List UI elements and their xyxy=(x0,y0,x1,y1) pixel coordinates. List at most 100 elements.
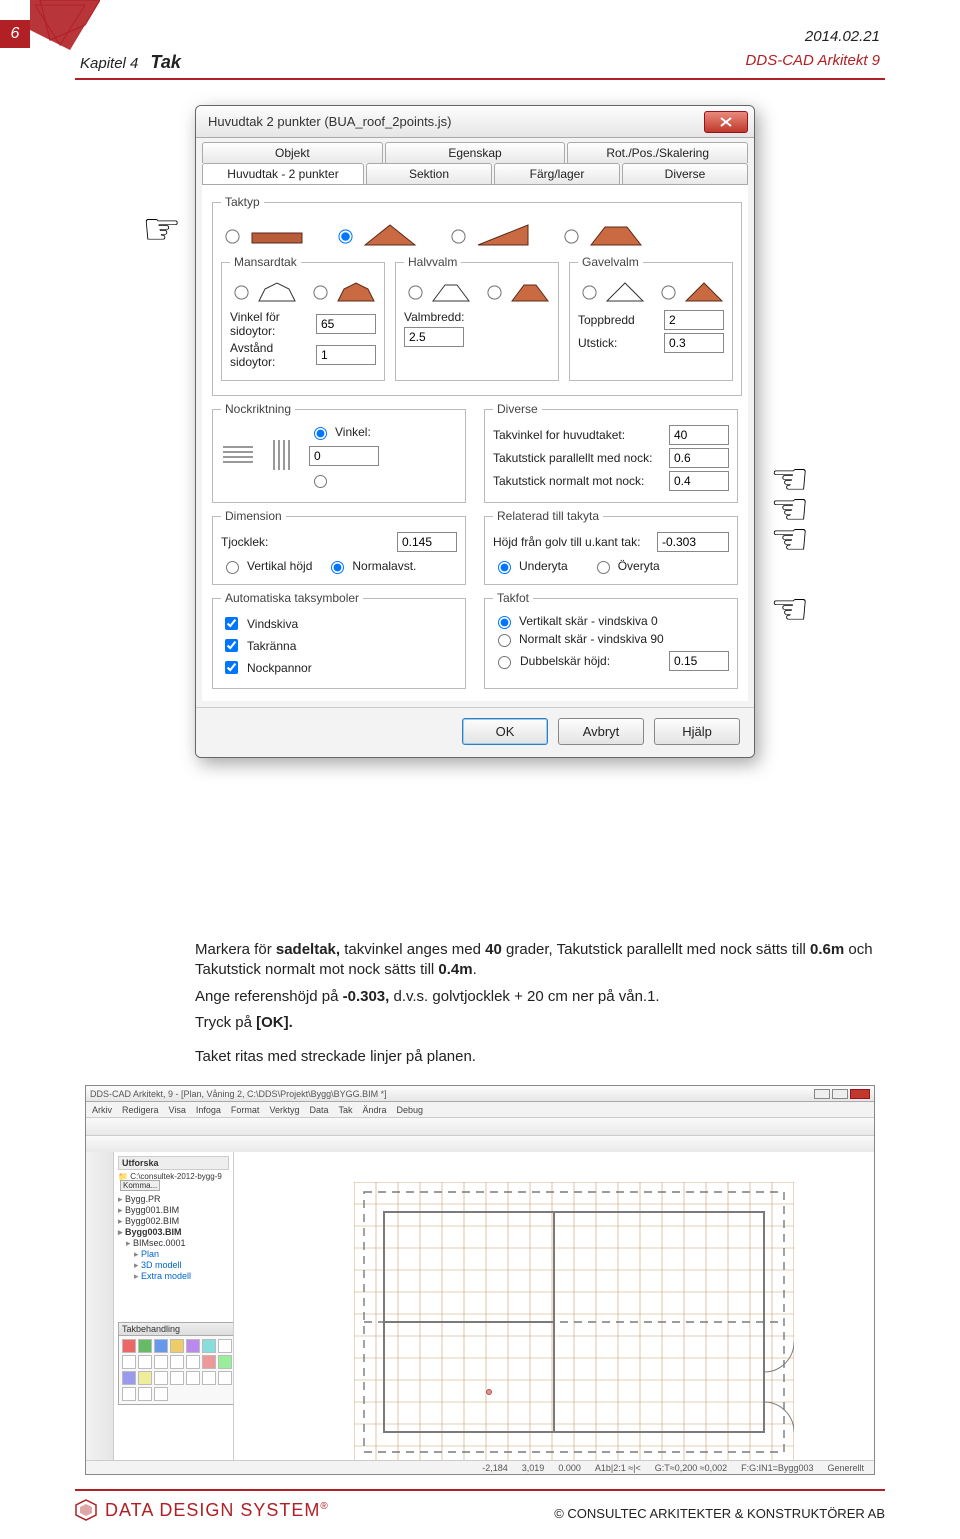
tab-egenskap[interactable]: Egenskap xyxy=(385,142,566,163)
menu-arkiv[interactable]: Arkiv xyxy=(92,1105,112,1115)
halvvalm-opt-1[interactable] xyxy=(404,279,471,303)
menu-format[interactable]: Format xyxy=(231,1105,260,1115)
tree-item[interactable]: Bygg.PR xyxy=(118,1194,229,1205)
radio-vertikal-hojd[interactable] xyxy=(226,561,239,574)
tree-item[interactable]: 3D modell xyxy=(118,1260,229,1271)
menu-andra[interactable]: Ändra xyxy=(362,1105,386,1115)
menu-verktyg[interactable]: Verktyg xyxy=(269,1105,299,1115)
tool-icon[interactable] xyxy=(170,1355,184,1369)
tab-farg[interactable]: Färg/lager xyxy=(494,163,620,184)
tab-huvudtak[interactable]: Huvudtak - 2 punkter xyxy=(202,163,364,184)
input-takutstick-normalt[interactable] xyxy=(669,471,729,491)
roof-radio-3[interactable] xyxy=(451,229,465,243)
ls-close-icon[interactable] xyxy=(850,1089,870,1099)
ls-min-icon[interactable] xyxy=(814,1089,830,1099)
menu-data[interactable]: Data xyxy=(309,1105,328,1115)
input-utstick[interactable] xyxy=(664,333,724,353)
chk-vindskiva[interactable] xyxy=(225,617,238,630)
tab-rot-pos[interactable]: Rot./Pos./Skalering xyxy=(567,142,748,163)
tool-icon[interactable] xyxy=(154,1355,168,1369)
mansard-radio-1[interactable] xyxy=(234,285,248,299)
tool-icon[interactable] xyxy=(122,1387,136,1401)
tab-objekt[interactable]: Objekt xyxy=(202,142,383,163)
tool-icon[interactable] xyxy=(138,1371,152,1385)
roof-type-valmat[interactable] xyxy=(560,219,645,251)
halvvalm-radio-2[interactable] xyxy=(487,285,501,299)
gavel-opt-2[interactable] xyxy=(657,279,724,303)
roof-radio-4[interactable] xyxy=(564,229,578,243)
menu-infoga[interactable]: Infoga xyxy=(196,1105,221,1115)
input-vinkel-sidoytor[interactable] xyxy=(316,314,376,334)
input-hojd-golv[interactable] xyxy=(657,532,729,552)
input-avstand-sidoytor[interactable] xyxy=(316,345,376,365)
mansard-opt-2[interactable] xyxy=(309,279,376,303)
gavel-opt-1[interactable] xyxy=(578,279,645,303)
tool-icon[interactable] xyxy=(138,1355,152,1369)
close-button[interactable] xyxy=(704,111,748,133)
ok-button[interactable]: OK xyxy=(462,718,548,745)
mansard-opt-1[interactable] xyxy=(230,279,297,303)
tool-icon[interactable] xyxy=(186,1371,200,1385)
input-toppbredd[interactable] xyxy=(664,310,724,330)
tool-icon[interactable] xyxy=(122,1371,136,1385)
help-button[interactable]: Hjälp xyxy=(654,718,740,745)
tree-item[interactable]: Bygg001.BIM xyxy=(118,1205,229,1216)
input-dubbelskar[interactable] xyxy=(669,651,729,671)
tool-icon[interactable] xyxy=(154,1371,168,1385)
radio-overyta[interactable] xyxy=(597,561,610,574)
radio-underyta[interactable] xyxy=(498,561,511,574)
input-tjocklek[interactable] xyxy=(397,532,457,552)
tool-icon[interactable] xyxy=(154,1339,168,1353)
radio-dubbelskar[interactable] xyxy=(498,656,511,669)
tool-icon[interactable] xyxy=(218,1339,232,1353)
tool-icon[interactable] xyxy=(170,1371,184,1385)
input-takutstick-nock[interactable] xyxy=(669,448,729,468)
tab-sektion[interactable]: Sektion xyxy=(366,163,492,184)
gavel-radio-2[interactable] xyxy=(661,285,675,299)
chk-nockpannor[interactable] xyxy=(225,661,238,674)
halvvalm-radio-1[interactable] xyxy=(408,285,422,299)
menu-tak[interactable]: Tak xyxy=(338,1105,352,1115)
menu-visa[interactable]: Visa xyxy=(169,1105,186,1115)
roof-radio-1[interactable] xyxy=(225,229,239,243)
ls-max-icon[interactable] xyxy=(832,1089,848,1099)
tool-icon[interactable] xyxy=(202,1355,216,1369)
tree-item[interactable]: Plan xyxy=(118,1249,229,1260)
tool-icon[interactable] xyxy=(154,1387,168,1401)
nock-radio-alt[interactable] xyxy=(314,475,327,488)
cancel-button[interactable]: Avbryt xyxy=(558,718,644,745)
tool-icon[interactable] xyxy=(138,1387,152,1401)
tool-icon[interactable] xyxy=(202,1339,216,1353)
roof-type-pult[interactable] xyxy=(447,219,532,251)
sidebar-btn[interactable]: Komma... xyxy=(120,1180,160,1191)
gavel-radio-1[interactable] xyxy=(582,285,596,299)
tool-icon[interactable] xyxy=(186,1339,200,1353)
menu-debug[interactable]: Debug xyxy=(397,1105,424,1115)
radio-normalavst[interactable] xyxy=(331,561,344,574)
tool-icon[interactable] xyxy=(186,1355,200,1369)
menu-redigera[interactable]: Redigera xyxy=(122,1105,159,1115)
tool-icon[interactable] xyxy=(122,1355,136,1369)
input-nock-vinkel[interactable] xyxy=(309,446,379,466)
tree-item[interactable]: BIMsec.0001 xyxy=(118,1238,229,1249)
ls-canvas[interactable] xyxy=(234,1152,874,1460)
halvvalm-opt-2[interactable] xyxy=(483,279,550,303)
tab-diverse[interactable]: Diverse xyxy=(622,163,748,184)
tree-item[interactable]: Bygg003.BIM xyxy=(118,1227,229,1238)
radio-vertikalt-skar[interactable] xyxy=(498,616,511,629)
nock-radio-vinkel[interactable] xyxy=(314,427,327,440)
radio-normalt-skar[interactable] xyxy=(498,634,511,647)
mansard-radio-2[interactable] xyxy=(313,285,327,299)
tool-icon[interactable] xyxy=(218,1371,232,1385)
input-valmbredd[interactable] xyxy=(404,327,464,347)
tool-icon[interactable] xyxy=(202,1371,216,1385)
chk-takranna[interactable] xyxy=(225,639,238,652)
tree-item[interactable]: Extra modell xyxy=(118,1271,229,1282)
roof-radio-2[interactable] xyxy=(338,229,352,243)
roof-type-flat[interactable] xyxy=(221,219,306,251)
tree-item[interactable]: Bygg002.BIM xyxy=(118,1216,229,1227)
tool-icon[interactable] xyxy=(170,1339,184,1353)
roof-type-sadel[interactable] xyxy=(334,219,419,251)
tool-icon[interactable] xyxy=(138,1339,152,1353)
input-takvinkel[interactable] xyxy=(669,425,729,445)
